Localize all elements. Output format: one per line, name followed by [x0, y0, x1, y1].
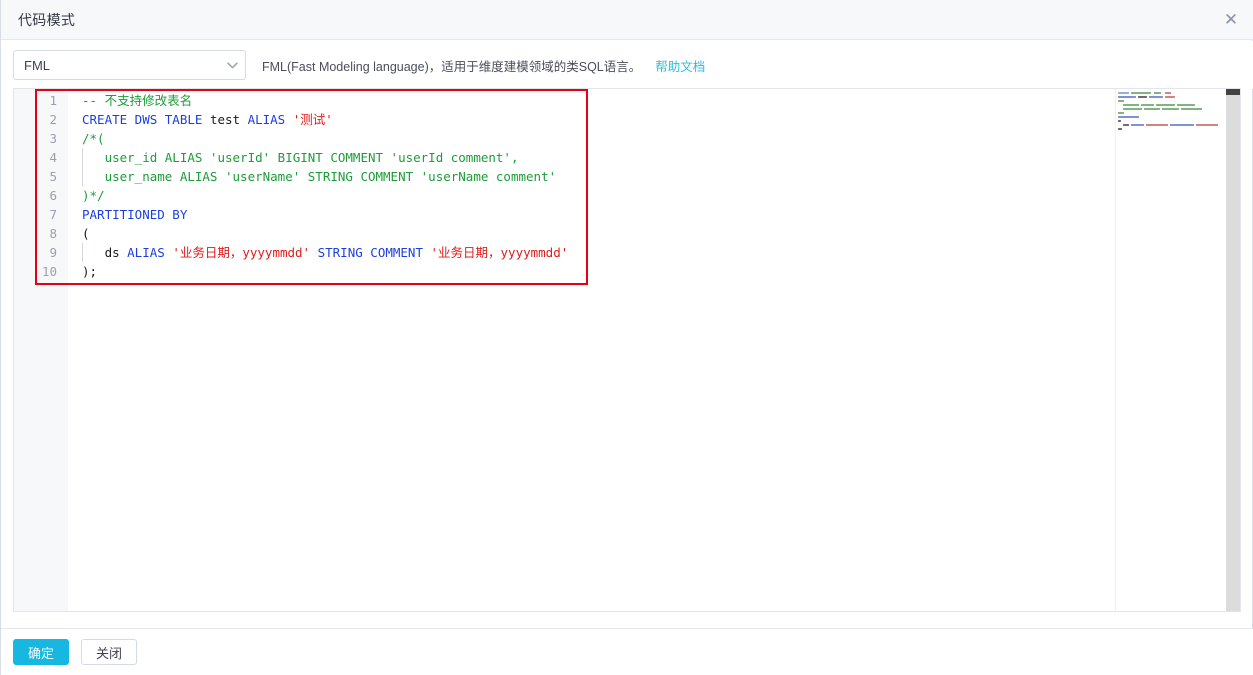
language-select[interactable]: FML — [13, 50, 246, 80]
code-token: ALIAS — [127, 245, 173, 260]
minimap-segment — [1144, 108, 1160, 110]
minimap-segment — [1118, 116, 1139, 118]
code-content[interactable]: -- 不支持修改表名 CREATE DWS TABLE test ALIAS '测… — [68, 89, 1240, 611]
minimap-segment — [1131, 92, 1151, 94]
code-token: ALIAS — [247, 112, 293, 127]
code-token: test — [209, 112, 248, 127]
minimap-line — [1116, 100, 1225, 103]
minimap-segment — [1118, 100, 1124, 102]
indent-guide — [82, 243, 83, 262]
minimap-segment — [1170, 124, 1194, 126]
chevron-down-icon — [227, 62, 238, 71]
line-number: 4 — [49, 150, 57, 165]
code-token: ds — [82, 245, 128, 260]
code-line: user_name ALIAS 'userName' STRING COMMEN… — [68, 167, 1240, 186]
minimap-segment — [1123, 104, 1139, 106]
minimap-segment — [1138, 96, 1147, 98]
line-number: 6 — [49, 188, 57, 203]
code-line: CREATE DWS TABLE test ALIAS '测试' — [68, 110, 1240, 129]
code-line: ( — [68, 224, 1240, 243]
minimap-segment — [1162, 108, 1179, 110]
minimap-segment — [1123, 108, 1142, 110]
code-token: '业务日期，yyyymmdd' — [172, 245, 318, 260]
minimap-line — [1116, 112, 1225, 115]
minimap-segment — [1118, 120, 1121, 122]
toolbar: FML FML(Fast Modeling language)，适用于维度建模领… — [1, 41, 1253, 89]
code-line: -- 不支持修改表名 — [68, 91, 1240, 110]
minimap-segment — [1118, 92, 1129, 94]
minimap-segment — [1196, 124, 1218, 126]
indent-guide — [82, 148, 83, 186]
line-number: 9 — [49, 245, 57, 260]
line-number: 7 — [49, 207, 57, 222]
minimap-segment — [1181, 108, 1202, 110]
code-token: STRING COMMENT — [317, 245, 431, 260]
minimap-line — [1116, 116, 1225, 119]
minimap-segment — [1165, 92, 1171, 94]
minimap-segment — [1156, 104, 1175, 106]
minimap-segment — [1118, 128, 1122, 130]
minimap-line — [1116, 124, 1225, 127]
code-editor[interactable]: 1 2 3 4 5 6 7 8 9 10 -- 不支持修改表名 CREATE DWS TABLE t… — [13, 88, 1241, 612]
code-token: /*( — [82, 131, 105, 146]
minimap-segment — [1123, 124, 1129, 126]
vertical-scroll-thumb[interactable] — [1226, 89, 1240, 95]
minimap-line — [1116, 128, 1225, 131]
line-number: 2 — [49, 112, 57, 127]
close-button[interactable]: 关闭 — [81, 639, 137, 665]
minimap-line — [1116, 92, 1225, 95]
minimap-segment — [1146, 124, 1168, 126]
dialog-footer: 确定 关闭 — [1, 628, 1253, 675]
language-description: FML(Fast Modeling language)，适用于维度建模领域的类S… — [262, 59, 642, 74]
code-line: ); — [68, 262, 1240, 281]
line-number-gutter: 1 2 3 4 5 6 7 8 9 10 — [14, 89, 68, 611]
code-token: '测试' — [292, 112, 333, 127]
minimap-segment — [1141, 104, 1154, 106]
dialog-header: 代码模式 ✕ — [1, 0, 1253, 40]
code-line: ds ALIAS '业务日期，yyyymmdd' STRING COMMENT … — [68, 243, 1240, 262]
line-number: 1 — [49, 93, 57, 108]
code-token: '业务日期，yyyymmdd' — [430, 245, 569, 260]
minimap-line — [1116, 104, 1225, 107]
minimap-segment — [1118, 96, 1136, 98]
code-token: user_name ALIAS 'userName' STRING COMMEN… — [82, 169, 557, 184]
code-line: )*/ — [68, 186, 1240, 205]
minimap-line — [1116, 96, 1225, 99]
code-token: user_id ALIAS 'userId' BIGINT COMMENT 'u… — [82, 150, 519, 165]
minimap-line — [1116, 120, 1225, 123]
minimap-segment — [1154, 92, 1161, 94]
language-select-value: FML — [24, 57, 50, 73]
code-line: user_id ALIAS 'userId' BIGINT COMMENT 'u… — [68, 148, 1240, 167]
minimap-line — [1116, 108, 1225, 111]
minimap-segment — [1165, 96, 1175, 98]
line-number: 10 — [41, 264, 57, 279]
page-title: 代码模式 — [18, 11, 76, 28]
confirm-button[interactable]: 确定 — [13, 639, 69, 665]
line-number: 3 — [49, 131, 57, 146]
editor-minimap[interactable] — [1115, 89, 1225, 611]
code-token: CREATE DWS TABLE — [82, 112, 210, 127]
code-token: -- 不支持修改表名 — [82, 93, 193, 108]
code-token: )*/ — [82, 188, 105, 203]
minimap-segment — [1131, 124, 1144, 126]
line-number: 5 — [49, 169, 57, 184]
line-number: 8 — [49, 226, 57, 241]
close-icon[interactable]: ✕ — [1218, 7, 1244, 33]
minimap-segment — [1177, 104, 1195, 106]
minimap-segment — [1149, 96, 1163, 98]
code-token: ); — [82, 264, 98, 279]
help-doc-link[interactable]: 帮助文档 — [655, 56, 705, 75]
code-token: PARTITIONED BY — [82, 207, 188, 222]
code-line: PARTITIONED BY — [68, 205, 1240, 224]
code-token: ( — [82, 226, 90, 241]
vertical-scrollbar[interactable] — [1226, 89, 1240, 611]
code-mode-dialog: 代码模式 ✕ FML FML(Fast Modeling language)，适… — [0, 0, 1253, 675]
minimap-segment — [1118, 112, 1124, 114]
code-line: /*( — [68, 129, 1240, 148]
